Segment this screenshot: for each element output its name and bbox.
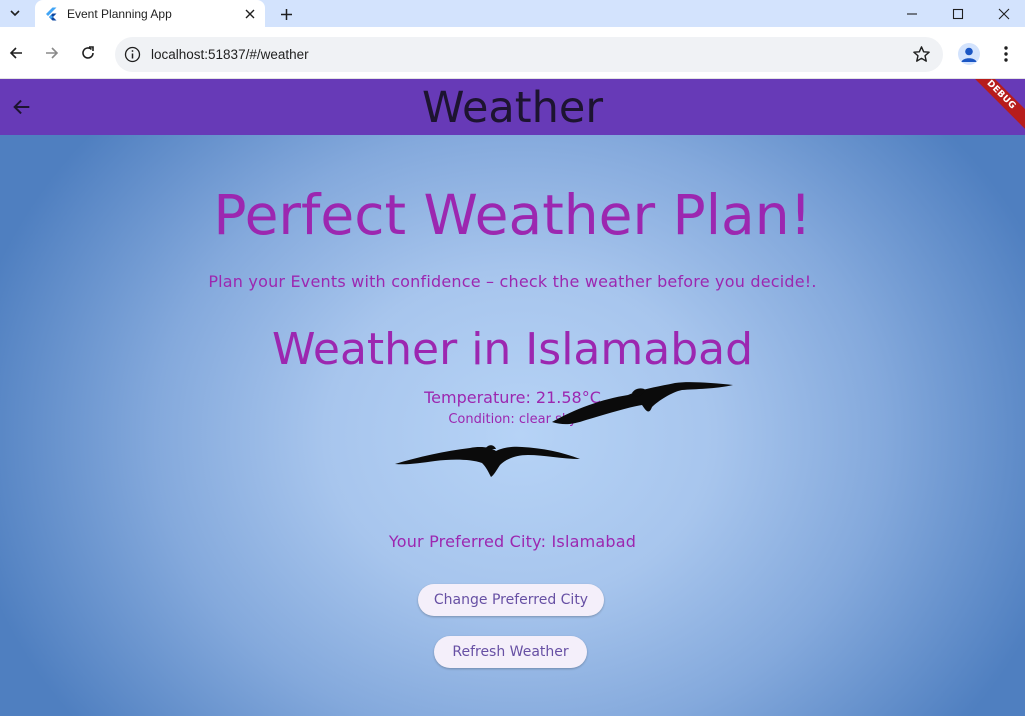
close-window-icon[interactable] [981, 0, 1025, 27]
browser-tab[interactable]: Event Planning App [35, 0, 265, 27]
weather-page-body: Perfect Weather Plan! Plan your Events w… [0, 135, 1025, 716]
birds-image [395, 382, 733, 477]
tab-title: Event Planning App [67, 6, 172, 21]
browser-toolbar: localhost:51837/#/weather [0, 27, 1025, 79]
arrow-left-icon[interactable] [4, 41, 28, 65]
address-bar[interactable]: localhost:51837/#/weather [115, 37, 943, 72]
reload-icon[interactable] [76, 41, 100, 65]
url-text[interactable]: localhost:51837/#/weather [151, 47, 309, 62]
preferred-city-text: Your Preferred City: Islamabad [388, 532, 637, 551]
more-vert-icon[interactable] [996, 44, 1016, 64]
refresh-weather-button[interactable]: Refresh Weather [434, 636, 587, 668]
arrow-right-icon[interactable] [40, 41, 64, 65]
flutter-icon [44, 7, 58, 21]
app-bar: Weather DEBUG [0, 79, 1025, 135]
city-weather-heading: Weather in Islamabad [271, 324, 754, 375]
minimize-icon[interactable] [889, 0, 935, 27]
person-icon[interactable] [958, 43, 980, 65]
close-icon[interactable] [242, 6, 257, 21]
headline: Perfect Weather Plan! [213, 183, 812, 247]
plus-icon[interactable] [276, 4, 296, 24]
page-title: Weather [421, 83, 604, 133]
chevron-down-icon[interactable] [4, 3, 26, 23]
browser-tab-strip: Event Planning App [0, 0, 1025, 27]
maximize-icon[interactable] [935, 0, 981, 27]
info-icon[interactable] [124, 46, 141, 63]
change-preferred-city-button[interactable]: Change Preferred City [418, 584, 604, 616]
star-icon[interactable] [912, 45, 931, 64]
tagline: Plan your Events with confidence – check… [208, 272, 817, 291]
